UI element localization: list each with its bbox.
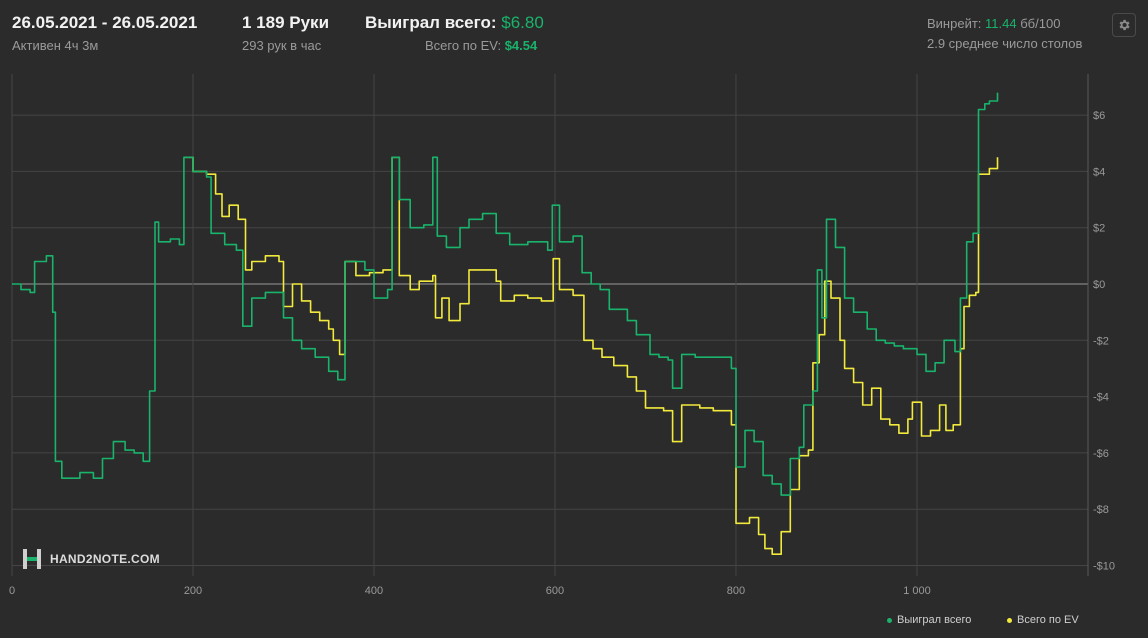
avg-tables: 2.9 среднее число столов: [927, 36, 1083, 51]
y-tick-label: -$8: [1093, 504, 1109, 516]
series-line-won: [12, 92, 999, 496]
header-bar: 26.05.2021 - 26.05.2021 Активен 4ч 3м 1 …: [0, 0, 1148, 60]
chart-area: 0 200 400 600 800 1 000 $6 $4 $2 $0 -$2 -$4 -$6 -$8 -…: [9, 74, 1115, 597]
winrate-unit: бб/100: [1020, 16, 1061, 31]
y-tick-label: -$6: [1093, 448, 1109, 460]
x-tick-label: 0: [9, 585, 15, 597]
legend-won-label: Выиграл всего: [897, 614, 972, 626]
x-tick-label: 200: [184, 585, 202, 597]
hands-per-hour: 293 рук в час: [242, 38, 322, 53]
y-tick-label: $2: [1093, 223, 1105, 235]
winrate-value: 11.44: [985, 16, 1017, 31]
y-tick-label: -$2: [1093, 335, 1109, 347]
chart-series: [12, 92, 999, 555]
gear-icon: [1119, 19, 1130, 31]
y-tick-label: $4: [1093, 166, 1105, 178]
ev-total-label: Всего по EV:: [425, 38, 502, 53]
h2n-logo-icon: [23, 549, 41, 569]
x-axis: 0 200 400 600 800 1 000: [9, 585, 931, 597]
y-tick-label: $0: [1093, 279, 1105, 291]
won-total-value: $6.80: [501, 13, 544, 32]
winrate-label: Винрейт:: [927, 16, 982, 31]
x-tick-label: 400: [365, 585, 383, 597]
y-axis: $6 $4 $2 $0 -$2 -$4 -$6 -$8 -$10: [1093, 110, 1115, 572]
active-time: Активен 4ч 3м: [12, 38, 99, 53]
y-tick-label: $6: [1093, 110, 1105, 122]
legend-ev-label: Всего по EV: [1017, 614, 1079, 626]
settings-button[interactable]: [1112, 13, 1136, 37]
y-tick-label: -$10: [1093, 561, 1115, 573]
legend-ev-marker: [1007, 617, 1012, 623]
legend-item-won[interactable]: Выиграл всего: [887, 614, 971, 626]
ev-total-value: $4.54: [504, 38, 538, 53]
x-tick-label: 1 000: [903, 585, 931, 597]
won-total: Выиграл всего: $6.80: [365, 13, 544, 33]
hand2note-logo: HAND2NOTE.COM: [22, 548, 160, 570]
hands-count: 1 189 Руки: [242, 13, 330, 32]
winrate: Винрейт: 11.44 бб/100: [927, 16, 1060, 31]
legend-won-marker: [887, 617, 892, 623]
won-total-label: Выиграл всего:: [365, 13, 497, 32]
date-range: 26.05.2021 - 26.05.2021: [12, 13, 198, 32]
legend-item-ev[interactable]: Всего по EV: [1007, 614, 1079, 626]
y-tick-label: -$4: [1093, 392, 1109, 404]
x-tick-label: 600: [546, 585, 564, 597]
x-tick-label: 800: [727, 585, 745, 597]
chart-grid: [11, 74, 1089, 576]
ev-total: Всего по EV: $4.54: [425, 38, 537, 53]
series-line-ev: [183, 156, 999, 555]
logo-text: HAND2NOTE.COM: [50, 552, 160, 566]
